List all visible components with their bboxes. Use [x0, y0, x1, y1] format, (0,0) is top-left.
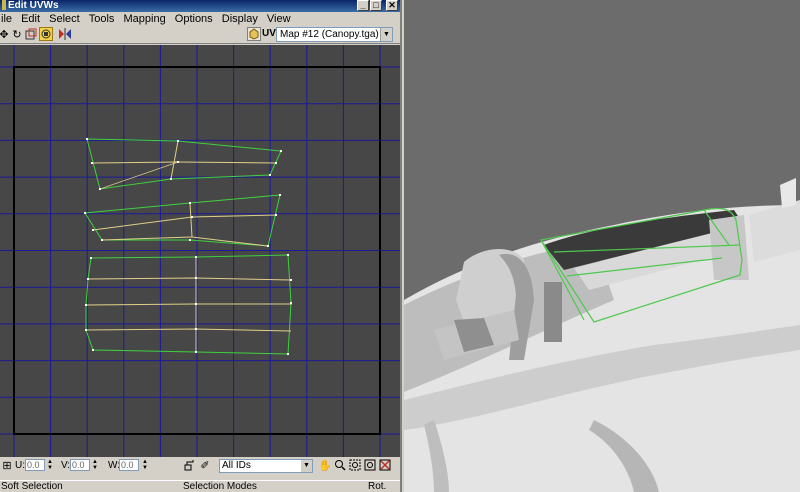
- uv-shell-bottom[interactable]: [85, 254, 292, 355]
- app-icon: [2, 0, 6, 10]
- titlebar: Edit UVWs _ □ ✕: [0, 0, 400, 12]
- mirror-icon[interactable]: [58, 27, 72, 41]
- map-select[interactable]: Map #12 (Canopy.tga) ▼: [276, 27, 393, 42]
- edit-uvws-window: Edit UVWs _ □ ✕ ile Edit Select Tools Ma…: [0, 0, 402, 492]
- uv-toggle[interactable]: UV: [262, 28, 276, 39]
- zoom-region-icon[interactable]: [348, 459, 362, 473]
- close-button[interactable]: ✕: [386, 0, 398, 11]
- selection-modes-rollout[interactable]: Selection Modes: [183, 481, 257, 492]
- menu-select[interactable]: Select: [46, 12, 83, 26]
- minimize-button[interactable]: _: [357, 0, 369, 11]
- viewport-render: [404, 178, 800, 492]
- uv-editor-svg: [0, 45, 400, 457]
- filter-icon[interactable]: [378, 459, 392, 473]
- v-spinner[interactable]: ▲ ▼: [92, 459, 98, 471]
- show-map-icon[interactable]: [247, 27, 261, 41]
- bottom-toolbar: ⊞ U: 0.0 ▲ ▼ V: 0.0 ▲ ▼ W: 0.0 ▲ ▼ ✐ All ID…: [0, 457, 400, 475]
- uv-grid: [0, 45, 400, 457]
- window-title: Edit UVWs: [8, 0, 59, 11]
- uv-vertices: [84, 138, 292, 355]
- zoom-extents-icon[interactable]: [363, 459, 377, 473]
- map-select-value: Map #12 (Canopy.tga): [280, 29, 379, 40]
- soft-selection-rollout[interactable]: Soft Selection: [1, 481, 63, 492]
- v-field[interactable]: 0.0: [70, 459, 90, 471]
- freeform-icon[interactable]: [39, 27, 53, 41]
- perspective-viewport[interactable]: [404, 0, 800, 492]
- menu-tools[interactable]: Tools: [86, 12, 118, 26]
- menu-options[interactable]: Options: [172, 12, 216, 26]
- plus-icon[interactable]: ⊞: [0, 459, 14, 473]
- w-field[interactable]: 0.0: [119, 459, 139, 471]
- u-field[interactable]: 0.0: [25, 459, 45, 471]
- lock-icon[interactable]: [183, 459, 197, 473]
- scale-icon[interactable]: [24, 27, 38, 41]
- rotate-90-button[interactable]: Rot. +90: [368, 481, 400, 492]
- menubar: ile Edit Select Tools Mapping Options Di…: [0, 12, 400, 26]
- v-label: V:: [61, 460, 71, 471]
- menu-display[interactable]: Display: [219, 12, 261, 26]
- menu-file[interactable]: ile: [0, 12, 15, 26]
- menu-mapping[interactable]: Mapping: [121, 12, 169, 26]
- pick-icon[interactable]: ✐: [198, 459, 212, 473]
- rotate-icon[interactable]: ↻: [10, 27, 24, 41]
- menu-view[interactable]: View: [264, 12, 294, 26]
- rollout-bar: Soft Selection Selection Modes Rot. +90: [0, 480, 400, 492]
- u-label: U:: [15, 460, 25, 471]
- uv-shell-top[interactable]: [86, 138, 282, 190]
- ids-select-value: All IDs: [222, 460, 251, 471]
- ids-select[interactable]: All IDs ▼: [219, 459, 313, 473]
- uv-editor-canvas[interactable]: [0, 45, 400, 457]
- menu-edit[interactable]: Edit: [18, 12, 43, 26]
- pan-icon[interactable]: ✋: [318, 459, 332, 473]
- w-spinner[interactable]: ▲ ▼: [142, 459, 148, 471]
- maximize-button[interactable]: □: [370, 0, 382, 11]
- chevron-down-icon: ▼: [301, 460, 312, 472]
- zoom-icon[interactable]: [333, 459, 347, 473]
- toolbar: ✥ ↻ UV Map #12 (Canopy.tga) ▼: [0, 26, 400, 44]
- chevron-down-icon: ▼: [380, 28, 392, 41]
- u-spinner[interactable]: ▲ ▼: [47, 459, 53, 471]
- uv-shell-middle[interactable]: [84, 194, 281, 247]
